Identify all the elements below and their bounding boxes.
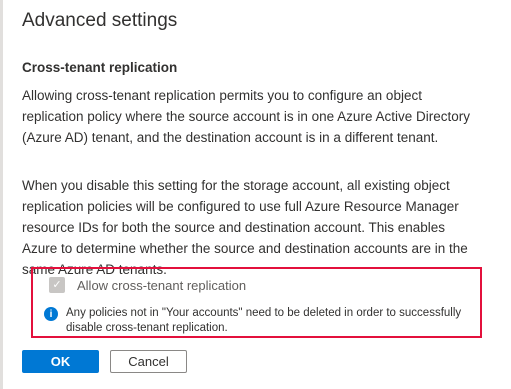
page-title: Advanced settings [22, 10, 178, 31]
section-heading: Cross-tenant replication [22, 60, 178, 75]
allow-cross-tenant-checkbox[interactable]: ✓ [49, 277, 65, 293]
info-text: Any policies not in "Your accounts" need… [66, 307, 462, 334]
description-paragraph-1: Allowing cross-tenant replication permit… [22, 88, 470, 145]
panel-left-border [0, 0, 3, 389]
highlight-box: ✓ Allow cross-tenant replication i Any p… [31, 267, 482, 338]
checkbox-label: Allow cross-tenant replication [77, 277, 247, 293]
description-paragraph-2: When you disable this setting for the st… [22, 178, 468, 277]
cancel-button[interactable]: Cancel [110, 350, 187, 373]
info-message: i Any policies not in "Your accounts" ne… [44, 306, 486, 336]
checkmark-icon: ✓ [52, 278, 62, 291]
info-icon: i [44, 307, 58, 321]
allow-cross-tenant-checkbox-row[interactable]: ✓ Allow cross-tenant replication [49, 277, 246, 293]
ok-button[interactable]: OK [22, 350, 99, 373]
